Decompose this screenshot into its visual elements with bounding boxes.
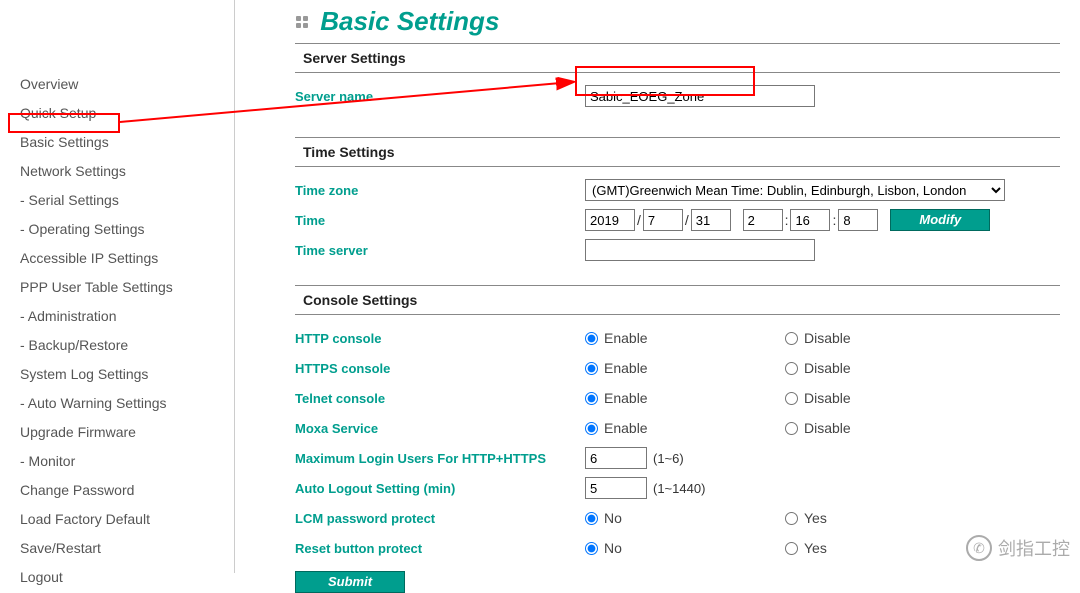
- date-separator: /: [685, 212, 689, 228]
- https-console-disable[interactable]: Disable: [785, 360, 885, 376]
- sidebar-item-logout[interactable]: Logout: [20, 563, 234, 592]
- sidebar-item-save-restart[interactable]: Save/Restart: [20, 534, 234, 563]
- sidebar-item-accessible-ip[interactable]: Accessible IP Settings: [20, 244, 234, 273]
- sidebar-item-overview[interactable]: Overview: [20, 70, 234, 99]
- time-year-input[interactable]: [585, 209, 635, 231]
- max-login-hint: (1~6): [653, 451, 684, 466]
- sidebar-item-backup-restore[interactable]: - Backup/Restore: [20, 331, 234, 360]
- lcm-protect-yes[interactable]: Yes: [785, 510, 885, 526]
- sidebar-item-network-settings[interactable]: Network Settings: [20, 157, 234, 186]
- time-minute-input[interactable]: [790, 209, 830, 231]
- sidebar-item-administration[interactable]: - Administration: [20, 302, 234, 331]
- lcm-protect-label: LCM password protect: [295, 511, 585, 526]
- wechat-icon: ✆: [966, 535, 992, 561]
- watermark: ✆ 剑指工控: [966, 535, 1070, 561]
- time-label: Time: [295, 213, 585, 228]
- time-month-input[interactable]: [643, 209, 683, 231]
- reset-protect-label: Reset button protect: [295, 541, 585, 556]
- sidebar-item-serial-settings[interactable]: - Serial Settings: [20, 186, 234, 215]
- moxa-service-label: Moxa Service: [295, 421, 585, 436]
- http-console-label: HTTP console: [295, 331, 585, 346]
- sidebar-item-auto-warning[interactable]: - Auto Warning Settings: [20, 389, 234, 418]
- sidebar-item-ppp-user-table[interactable]: PPP User Table Settings: [20, 273, 234, 302]
- reset-protect-yes[interactable]: Yes: [785, 540, 885, 556]
- telnet-console-disable[interactable]: Disable: [785, 390, 885, 406]
- sidebar-item-change-password[interactable]: Change Password: [20, 476, 234, 505]
- https-console-label: HTTPS console: [295, 361, 585, 376]
- auto-logout-label: Auto Logout Setting (min): [295, 481, 585, 496]
- moxa-service-disable[interactable]: Disable: [785, 420, 885, 436]
- lcm-protect-no[interactable]: No: [585, 510, 785, 526]
- section-console-settings: Console Settings: [295, 285, 1060, 315]
- max-login-label: Maximum Login Users For HTTP+HTTPS: [295, 451, 585, 466]
- modify-button[interactable]: Modify: [890, 209, 990, 231]
- http-console-disable[interactable]: Disable: [785, 330, 885, 346]
- https-console-enable[interactable]: Enable: [585, 360, 785, 376]
- reset-protect-no[interactable]: No: [585, 540, 785, 556]
- moxa-service-enable[interactable]: Enable: [585, 420, 785, 436]
- time-server-input[interactable]: [585, 239, 815, 261]
- date-separator: /: [637, 212, 641, 228]
- telnet-console-enable[interactable]: Enable: [585, 390, 785, 406]
- timezone-select[interactable]: (GMT)Greenwich Mean Time: Dublin, Edinbu…: [585, 179, 1005, 201]
- sidebar-item-load-factory-default[interactable]: Load Factory Default: [20, 505, 234, 534]
- sidebar-item-basic-settings[interactable]: Basic Settings: [20, 128, 234, 157]
- page-title: Basic Settings: [295, 6, 1060, 37]
- time-separator: :: [785, 212, 789, 228]
- blank-separator: [733, 212, 741, 228]
- time-separator: :: [832, 212, 836, 228]
- server-name-label: Server name: [295, 89, 585, 104]
- http-console-enable[interactable]: Enable: [585, 330, 785, 346]
- telnet-console-label: Telnet console: [295, 391, 585, 406]
- time-server-label: Time server: [295, 243, 585, 258]
- time-hour-input[interactable]: [743, 209, 783, 231]
- submit-button[interactable]: Submit: [295, 571, 405, 593]
- server-name-input[interactable]: [585, 85, 815, 107]
- section-time-settings: Time Settings: [295, 137, 1060, 167]
- max-login-input[interactable]: [585, 447, 647, 469]
- time-second-input[interactable]: [838, 209, 878, 231]
- sidebar: Overview Quick Setup Basic Settings Netw…: [0, 0, 235, 573]
- sidebar-item-system-log[interactable]: System Log Settings: [20, 360, 234, 389]
- sidebar-item-quick-setup[interactable]: Quick Setup: [20, 99, 234, 128]
- timezone-label: Time zone: [295, 183, 585, 198]
- sidebar-item-operating-settings[interactable]: - Operating Settings: [20, 215, 234, 244]
- title-dots-icon: [295, 15, 311, 31]
- section-server-settings: Server Settings: [295, 43, 1060, 73]
- sidebar-item-upgrade-firmware[interactable]: Upgrade Firmware: [20, 418, 234, 447]
- sidebar-item-monitor[interactable]: - Monitor: [20, 447, 234, 476]
- auto-logout-input[interactable]: [585, 477, 647, 499]
- main-content: Basic Settings Server Settings Server na…: [235, 0, 1080, 573]
- time-day-input[interactable]: [691, 209, 731, 231]
- auto-logout-hint: (1~1440): [653, 481, 705, 496]
